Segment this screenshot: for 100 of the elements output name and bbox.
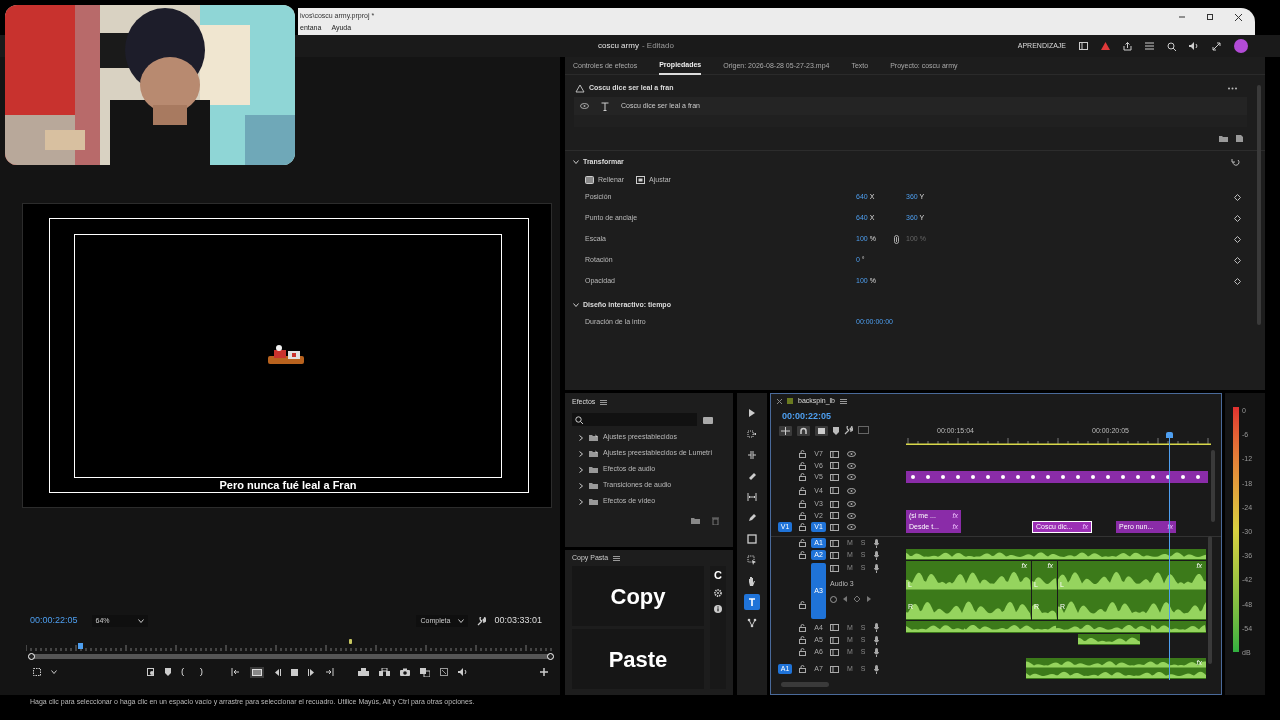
mark-in-icon[interactable] <box>181 668 185 676</box>
linked-selection-icon[interactable] <box>815 426 828 436</box>
volume-knob-icon[interactable] <box>830 595 837 603</box>
eye-icon[interactable] <box>847 487 856 494</box>
panel-icon[interactable] <box>1079 42 1088 50</box>
menu-icon[interactable] <box>600 399 608 405</box>
toggle-output-icon[interactable] <box>830 648 839 656</box>
go-to-in-icon[interactable] <box>231 668 240 676</box>
new-item-icon[interactable] <box>1236 135 1243 142</box>
playhead-handle[interactable] <box>1166 432 1173 438</box>
account-avatar[interactable] <box>1234 39 1248 53</box>
chevron-icon[interactable] <box>51 669 57 675</box>
trash-icon[interactable] <box>712 517 719 525</box>
toggle-output-icon[interactable] <box>830 500 839 508</box>
search-field[interactable] <box>572 413 697 426</box>
keyframe-icon[interactable] <box>1234 257 1241 264</box>
chevron-icon[interactable] <box>578 450 584 457</box>
link-icon[interactable] <box>894 235 899 244</box>
mic-icon[interactable] <box>873 538 879 548</box>
volume-icon[interactable] <box>1189 42 1199 50</box>
more-icon[interactable] <box>1228 86 1237 90</box>
eye-icon[interactable] <box>847 474 856 480</box>
audio-clip[interactable] <box>906 549 1206 560</box>
new-bin-icon[interactable] <box>691 517 700 524</box>
marker-icon[interactable] <box>833 427 839 435</box>
captions-icon[interactable] <box>858 426 869 434</box>
add-icon[interactable] <box>540 668 548 676</box>
scroll-bar[interactable] <box>1208 536 1212 664</box>
keyframe-icon[interactable] <box>1234 236 1241 243</box>
go-to-out-icon[interactable] <box>325 668 334 676</box>
mic-icon[interactable] <box>873 664 879 674</box>
volume-icon[interactable] <box>458 668 468 676</box>
frame-button[interactable] <box>250 666 264 678</box>
action-button[interactable]: Paste <box>572 629 704 689</box>
next-keyframe-icon[interactable] <box>866 596 871 602</box>
eye-icon[interactable] <box>847 462 856 469</box>
toggle-output-icon[interactable] <box>830 523 839 531</box>
chevron-icon[interactable] <box>578 434 584 441</box>
eye-icon[interactable] <box>847 524 856 530</box>
list-icon[interactable] <box>1145 42 1154 50</box>
toggle-output-icon[interactable] <box>830 624 839 631</box>
menu-icon[interactable] <box>839 398 847 404</box>
add-keyframe-icon[interactable] <box>854 596 860 602</box>
toggle-output-icon[interactable] <box>830 512 839 519</box>
toggle-output-icon[interactable] <box>830 462 839 469</box>
keyframe-icon[interactable] <box>1234 278 1241 285</box>
mic-icon[interactable] <box>873 550 879 560</box>
toggle-output-icon[interactable] <box>830 473 839 481</box>
wrench-icon[interactable] <box>844 426 853 435</box>
action-button[interactable]: Copy <box>572 566 704 626</box>
toggle-output-icon[interactable] <box>830 551 839 559</box>
menu-icon[interactable] <box>613 555 621 561</box>
chevron-icon[interactable] <box>578 482 584 489</box>
toggle-output-icon[interactable] <box>830 665 839 673</box>
eye-icon[interactable] <box>580 103 589 109</box>
eye-icon[interactable] <box>847 501 856 507</box>
mark-out-icon[interactable] <box>199 668 203 676</box>
chevron-icon[interactable] <box>137 618 144 624</box>
compare-icon[interactable] <box>420 667 430 677</box>
previous-keyframe-icon[interactable] <box>843 596 848 602</box>
chevron-icon[interactable] <box>458 618 465 624</box>
toggle-output-icon[interactable] <box>830 539 839 547</box>
snap-icon[interactable] <box>779 426 792 436</box>
eye-icon[interactable] <box>847 451 856 457</box>
close-icon[interactable] <box>777 398 782 404</box>
scroll-bar[interactable] <box>781 682 829 687</box>
vr-icon[interactable] <box>440 668 448 676</box>
step-back-icon[interactable] <box>274 668 281 676</box>
eye-icon[interactable] <box>847 512 856 519</box>
share-icon[interactable] <box>1123 41 1132 51</box>
chevron-icon[interactable] <box>573 302 579 308</box>
scroll-bar[interactable] <box>1211 450 1215 522</box>
tool-button[interactable] <box>744 531 760 547</box>
settings-icon[interactable] <box>714 589 722 597</box>
stop-icon[interactable] <box>291 668 298 676</box>
mic-icon[interactable] <box>873 563 879 573</box>
marker-icon[interactable] <box>349 639 352 644</box>
mic-icon[interactable] <box>873 623 879 632</box>
toggle-output-icon[interactable] <box>830 636 839 644</box>
close-icon[interactable] <box>1234 13 1243 22</box>
warning-icon[interactable] <box>1101 42 1110 50</box>
maximize-icon[interactable] <box>1206 13 1214 21</box>
lift-icon[interactable] <box>358 668 369 676</box>
audio-clip[interactable] <box>1078 634 1140 645</box>
wrench-icon[interactable] <box>477 616 487 626</box>
info-icon[interactable] <box>714 605 722 613</box>
insert-icon[interactable] <box>147 668 155 676</box>
audio-clip[interactable] <box>1151 621 1206 633</box>
expand-icon[interactable] <box>1212 41 1221 51</box>
toggle-output-icon[interactable] <box>830 564 839 572</box>
reset-icon[interactable] <box>1231 158 1241 166</box>
search-icon[interactable] <box>1167 41 1176 51</box>
toggle-output-icon[interactable] <box>830 487 839 494</box>
mic-icon[interactable] <box>873 647 879 657</box>
add-marker-icon[interactable] <box>165 668 171 676</box>
keyframe-icon[interactable] <box>1234 194 1241 201</box>
extract-icon[interactable] <box>379 668 390 676</box>
audio-clip[interactable] <box>1056 621 1151 633</box>
camera-icon[interactable] <box>400 668 410 676</box>
minimize-icon[interactable] <box>1178 13 1186 21</box>
